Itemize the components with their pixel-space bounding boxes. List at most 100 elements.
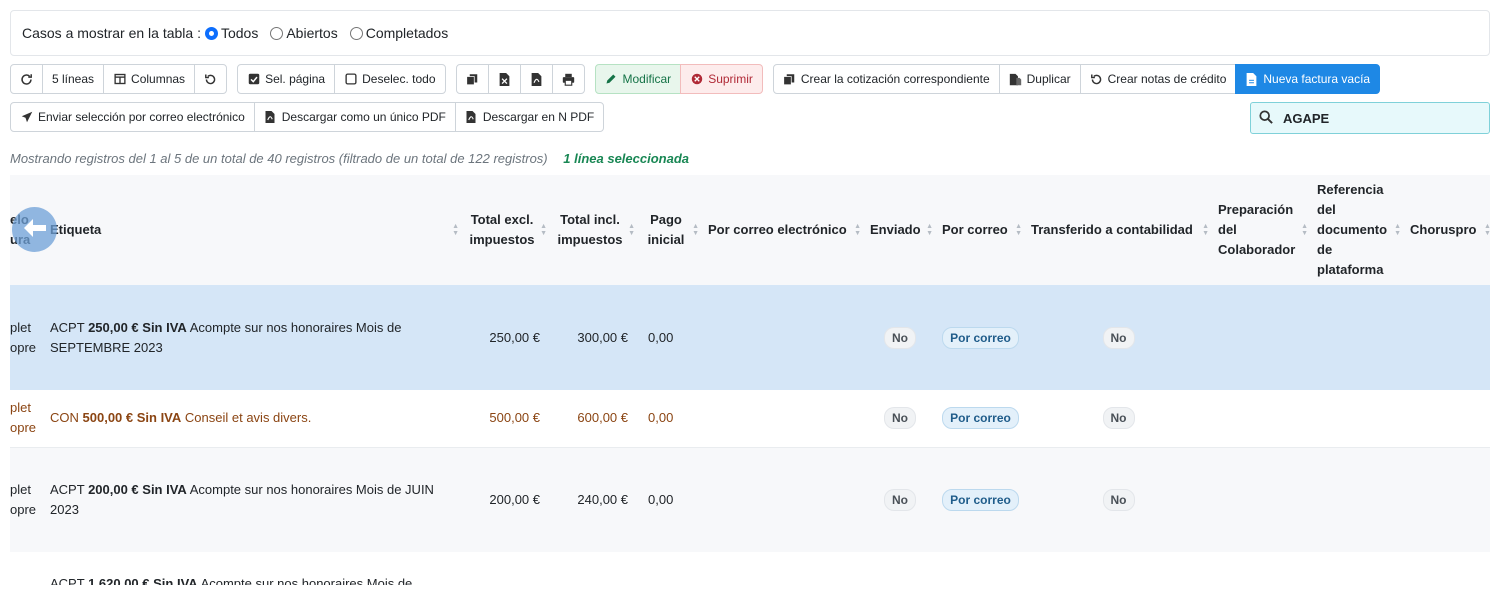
- circle-x-icon: [690, 73, 703, 86]
- download-n-pdf-button[interactable]: Descargar en N PDF: [454, 102, 605, 132]
- columns-label: Columnas: [131, 72, 186, 86]
- create-quote-label: Crear la cotización correspondiente: [800, 72, 990, 86]
- column-header-chorus[interactable]: Choruspro ▲ ▼: [1404, 175, 1490, 285]
- column-header-sent[interactable]: Enviado ▲ ▼: [864, 175, 936, 285]
- invoice-table: elo ura Etiqueta ▲▼ Total excl. impuesto…: [10, 175, 1490, 585]
- column-header-label[interactable]: Etiqueta ▲ ▼: [42, 175, 462, 285]
- column-header-transferred-text: Transferido a contabilidad: [1031, 222, 1193, 237]
- status-badge: No: [884, 407, 916, 430]
- deselect-all-button[interactable]: Deselec. todo: [334, 64, 446, 94]
- invoice-table-container[interactable]: elo ura Etiqueta ▲▼ Total excl. impuesto…: [10, 175, 1490, 585]
- cell-sent: No: [864, 447, 936, 552]
- filter-radio-abiertos[interactable]: Abiertos: [270, 25, 338, 41]
- cell-transferred: No: [1025, 390, 1212, 448]
- cell-by-email: [702, 390, 864, 448]
- cell-by-mail: Por correo: [936, 447, 1025, 552]
- refresh-button[interactable]: [10, 64, 43, 94]
- column-header-transferred[interactable]: Transferido a contabilidad ▲ ▼: [1025, 175, 1212, 285]
- modify-button[interactable]: Modificar: [594, 64, 682, 94]
- radio-todos-dot[interactable]: [204, 26, 218, 40]
- cell-label[interactable]: ACPT 1 620,00 € Sin IVA Acompte sur nos …: [42, 552, 462, 585]
- copy-icon: [466, 73, 479, 86]
- table-row[interactable]: plet opre ACPT 250,00 € Sin IVA Acompte …: [10, 285, 1490, 390]
- new-invoice-button[interactable]: Nueva factura vacía: [1235, 64, 1381, 94]
- filter-radio-todos[interactable]: Todos: [204, 25, 258, 41]
- reset-button[interactable]: [194, 64, 228, 94]
- cell-label[interactable]: ACPT 250,00 € Sin IVA Acompte sur nos ho…: [42, 285, 462, 390]
- radio-abiertos-dot[interactable]: [270, 26, 284, 40]
- table-row[interactable]: ACPT 1 620,00 € Sin IVA Acompte sur nos …: [10, 552, 1490, 585]
- cell-label[interactable]: CON 500,00 € Sin IVA Conseil et avis div…: [42, 390, 462, 448]
- duplicate-file-icon: [1009, 73, 1022, 86]
- column-header-preparation[interactable]: Preparación del Colaborador ▲ ▼: [1212, 175, 1311, 285]
- cell-model: plet opre: [10, 447, 42, 552]
- radio-completados-dot[interactable]: [349, 26, 363, 40]
- sort-icon: ▲ ▼: [926, 223, 933, 237]
- cell-sent: No: [864, 390, 936, 448]
- cell-reference: [1311, 447, 1404, 552]
- delete-label: Suprimir: [708, 72, 753, 86]
- cell-chorus: [1404, 285, 1490, 390]
- document-button-group: Crear la cotización correspondiente Dupl…: [772, 64, 1381, 94]
- column-header-label-text: Etiqueta: [50, 222, 102, 237]
- file-pdf-icon: [264, 111, 277, 124]
- cell-preparation: [1212, 390, 1311, 448]
- label-amount: 500,00 € Sin IVA: [82, 410, 182, 426]
- download-single-pdf-button[interactable]: Descargar como un único PDF: [253, 102, 456, 132]
- column-header-by-mail[interactable]: Por correo ▲ ▼: [936, 175, 1025, 285]
- column-header-total-incl-text: Total incl. impuestos: [557, 212, 623, 247]
- print-button[interactable]: [551, 64, 585, 94]
- column-header-total-incl[interactable]: Total incl. impuestos ▲ ▼: [550, 175, 638, 285]
- column-header-by-email[interactable]: Por correo electrónico ▲ ▼: [702, 175, 864, 285]
- cell-initial-payment: 0,00: [638, 390, 702, 448]
- radio-completados-label: Completados: [365, 25, 449, 41]
- cell-total-incl: 300,00 €: [550, 285, 638, 390]
- column-header-total-excl[interactable]: Total excl. impuestos ▲ ▼: [462, 175, 550, 285]
- sort-icon: ▲ ▼: [540, 223, 547, 237]
- label-amount: 200,00 € Sin IVA: [88, 481, 187, 497]
- cell-label[interactable]: ACPT 200,00 € Sin IVA Acompte sur nos ho…: [42, 447, 462, 552]
- table-row[interactable]: plet opre CON 500,00 € Sin IVA Conseil e…: [10, 390, 1490, 448]
- delete-button[interactable]: Suprimir: [680, 64, 763, 94]
- search-box[interactable]: [1250, 102, 1490, 134]
- select-page-button[interactable]: Sel. página: [237, 64, 336, 94]
- create-quote-button[interactable]: Crear la cotización correspondiente: [772, 64, 1000, 94]
- column-header-reference[interactable]: Referencia del documento de plataforma ▲…: [1311, 175, 1404, 285]
- column-header-initial-payment[interactable]: Pago inicial ▲ ▼: [638, 175, 702, 285]
- column-header-by-email-text: Por correo electrónico: [708, 222, 847, 237]
- label-prefix: ACPT: [50, 481, 85, 497]
- cell-model: plet opre: [10, 390, 42, 448]
- scroll-left-button[interactable]: [12, 207, 57, 252]
- cell-reference: [1311, 390, 1404, 448]
- sort-icon: ▲ ▼: [692, 223, 699, 237]
- label-description: Conseil et avis divers.: [184, 410, 312, 426]
- duplicate-button[interactable]: Duplicar: [998, 64, 1081, 94]
- edit-button-group: Modificar Suprimir: [594, 64, 763, 94]
- copy-button[interactable]: [455, 64, 489, 94]
- column-header-reference-text: Referencia del documento de plataforma: [1317, 182, 1388, 277]
- lines-per-page-button[interactable]: 5 líneas: [42, 64, 105, 94]
- paper-plane-icon: [20, 111, 33, 124]
- table-row[interactable]: plet opre ACPT 200,00 € Sin IVA Acompte …: [10, 447, 1490, 552]
- excel-button[interactable]: [487, 64, 521, 94]
- columns-button[interactable]: Columnas: [103, 64, 196, 94]
- refresh-icon: [20, 73, 33, 86]
- new-invoice-label: Nueva factura vacía: [1263, 72, 1371, 86]
- label-prefix: ACPT: [50, 576, 85, 585]
- search-input[interactable]: [1281, 109, 1471, 127]
- status-badge: No: [884, 488, 916, 511]
- filter-radio-completados[interactable]: Completados: [349, 25, 449, 41]
- cell-sent: No: [864, 285, 936, 390]
- search-icon: [1259, 109, 1273, 127]
- label-amount: 1 620,00 € Sin IVA: [88, 576, 198, 585]
- download-single-pdf-label: Descargar como un único PDF: [281, 110, 446, 124]
- label-prefix: CON: [50, 410, 79, 426]
- column-header-sent-text: Enviado: [870, 222, 921, 237]
- credit-notes-button[interactable]: Crear notas de crédito: [1079, 64, 1237, 94]
- credit-notes-label: Crear notas de crédito: [1107, 72, 1227, 86]
- pdf-button[interactable]: [519, 64, 553, 94]
- status-badge: Por correo: [942, 407, 1019, 430]
- cell-total-excl: 250,00 €: [462, 285, 550, 390]
- export-button-group: [455, 64, 585, 94]
- send-email-button[interactable]: Enviar selección por correo electrónico: [10, 102, 255, 132]
